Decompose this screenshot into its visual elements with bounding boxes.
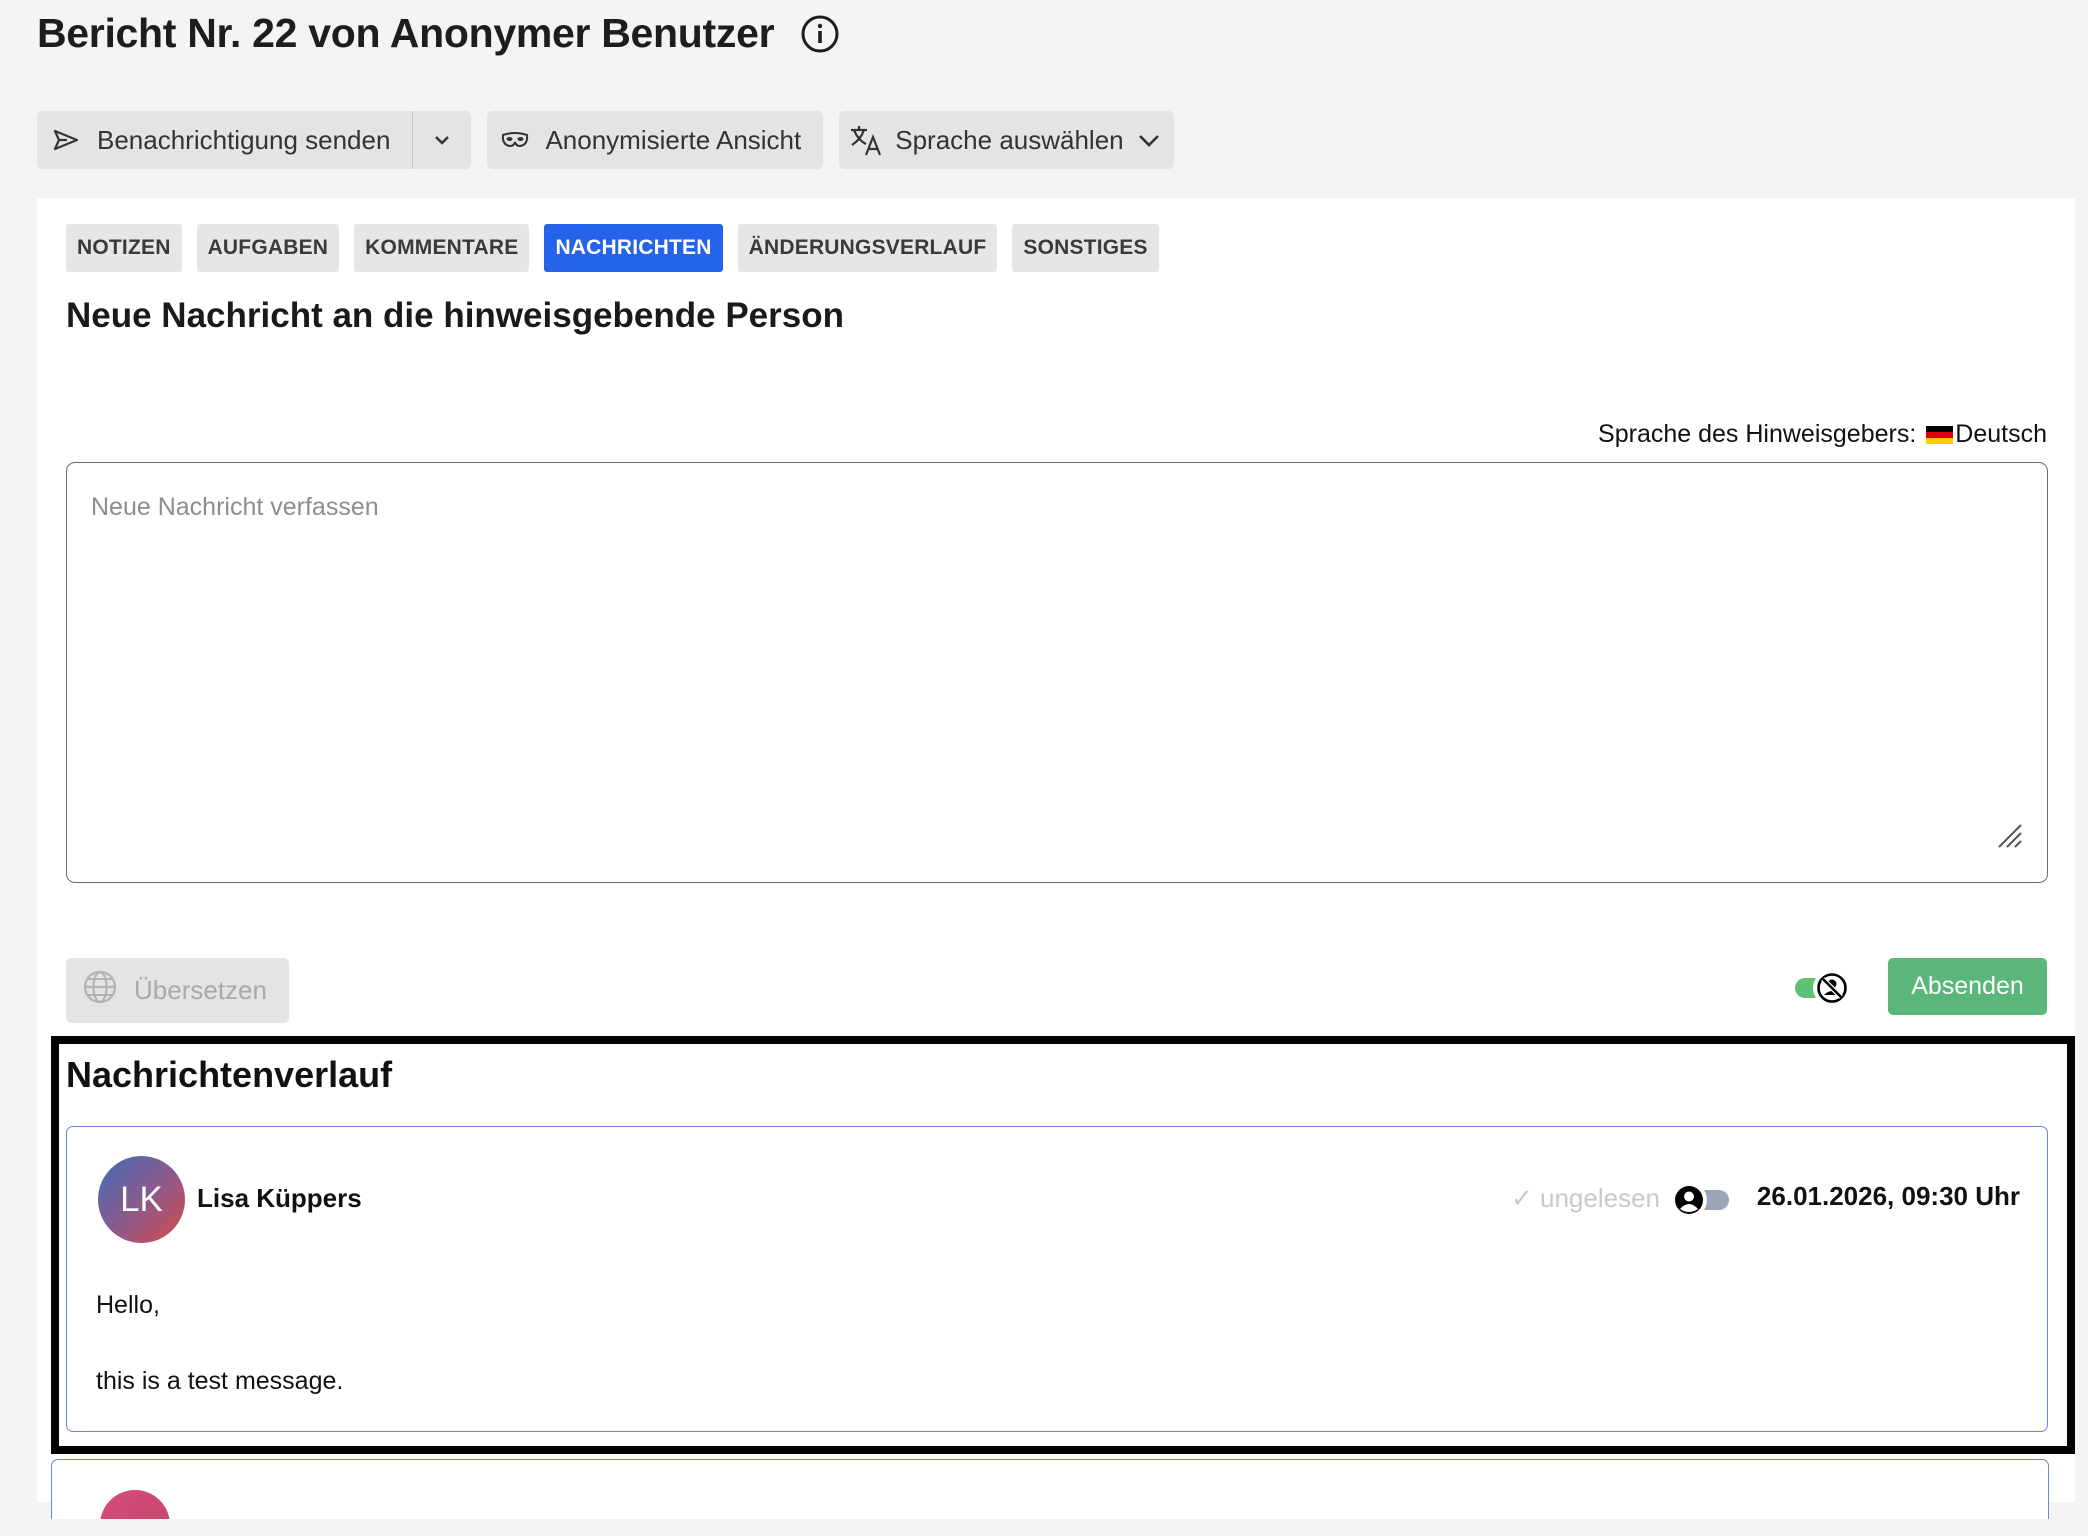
tab-bar: NOTIZEN AUFGABEN KOMMENTARE NACHRICHTEN … [66,224,1159,272]
reporter-language-label: Sprache des Hinweisgebers: [1598,420,1917,448]
tab-aufgaben[interactable]: AUFGABEN [196,224,340,272]
message-timestamp: 26.01.2026, 09:30 Uhr [1756,1181,2020,1211]
anonymized-view-label: Anonymisierte Ansicht [545,124,802,155]
reporter-language: Sprache des Hinweisgebers: Deutsch [1598,420,2047,449]
tab-aenderungsverlauf[interactable]: ÄNDERUNGSVERLAUF [737,224,998,272]
translate-icon [849,123,883,157]
message-body-line: this is a test message. [96,1367,344,1395]
visibility-toggle[interactable] [1793,966,1859,1010]
page-title: Bericht Nr. 22 von Anonymer Benutzer [37,10,775,56]
send-notification-button[interactable]: Benachrichtigung senden [37,111,414,169]
notification-split-button: Benachrichtigung senden [37,111,472,169]
avatar: LK [98,1156,185,1243]
tab-nachrichten[interactable]: NACHRICHTEN [544,224,723,272]
translate-label: Übersetzen [134,975,267,1005]
globe-icon [82,969,118,1012]
report-panel: NOTIZEN AUFGABEN KOMMENTARE NACHRICHTEN … [37,198,2075,1519]
anonymized-view-button[interactable]: Anonymisierte Ansicht [487,111,824,169]
message-history-title: Nachrichtenverlauf [66,1054,393,1095]
message-body-line: Hello, [96,1291,160,1319]
tab-notizen[interactable]: NOTIZEN [66,224,182,272]
message-author: Lisa Küppers [197,1183,362,1213]
translate-button[interactable]: Übersetzen [66,958,289,1023]
toggle-knob [1671,1182,1707,1218]
message-textarea[interactable]: Neue Nachricht verfassen [66,462,2048,883]
avatar [100,1490,170,1519]
resize-grip-icon[interactable] [1997,823,2023,854]
message-card: LK Lisa Küppers ✓ ungelesen 26.01.2026, … [66,1126,2048,1432]
page-header: Bericht Nr. 22 von Anonymer Benutzer [37,10,840,57]
message-placeholder: Neue Nachricht verfassen [91,493,379,521]
eye-off-icon [1817,973,1847,1003]
language-select-button[interactable]: Sprache auswählen [839,111,1174,169]
tab-kommentare[interactable]: KOMMENTARE [354,224,530,272]
send-button[interactable]: Absenden [1888,958,2047,1015]
reporter-language-value: Deutsch [1955,420,2047,448]
chevron-down-icon [433,134,451,146]
info-icon[interactable] [800,14,840,54]
action-toolbar: Benachrichtigung senden Anonymisierte An… [37,111,1174,169]
mask-icon [501,131,529,149]
message-visibility-toggle[interactable] [1671,1180,1733,1220]
tab-sonstiges[interactable]: SONSTIGES [1012,224,1159,272]
notification-options-button[interactable] [413,111,472,169]
germany-flag-icon [1926,425,1954,444]
toggle-knob [1813,969,1851,1007]
send-icon [53,129,79,151]
compose-title: Neue Nachricht an die hinweisgebende Per… [66,296,844,335]
read-status: ✓ ungelesen [1511,1183,1661,1213]
chevron-down-icon [1136,132,1162,148]
user-icon [1675,1186,1703,1214]
message-card [51,1459,2049,1519]
language-select-label: Sprache auswählen [895,124,1124,155]
send-notification-label: Benachrichtigung senden [97,124,391,155]
